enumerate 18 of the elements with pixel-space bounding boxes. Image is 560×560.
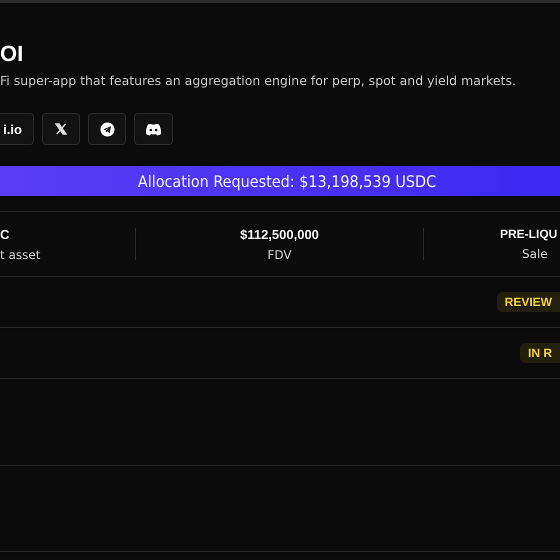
status-badge: IN R [520,343,560,363]
stat-value: PRE-LIQU [500,227,558,241]
project-title: OI [0,41,24,67]
allocation-text: Allocation Requested: $13,198,539 USDC [138,172,436,190]
game-controller-icon [145,122,162,136]
paper-plane-icon [100,122,114,136]
stat-label: t asset [0,248,40,262]
x-logo-icon [54,122,68,136]
telegram-link-button[interactable] [88,113,126,145]
discord-link-button[interactable] [134,113,173,145]
x-link-button[interactable] [42,113,80,145]
status-badge: REVIEW [496,292,560,312]
website-link-button[interactable]: i.io [0,113,34,145]
stat-value: $112,500,000 [240,226,319,242]
stat-label: FDV [267,248,292,262]
project-description: Fi super-app that features an aggregation engine for perp, spot and yield markets. [0,73,516,88]
stat-value: C [0,226,10,242]
stat-label: Sale [522,247,548,261]
